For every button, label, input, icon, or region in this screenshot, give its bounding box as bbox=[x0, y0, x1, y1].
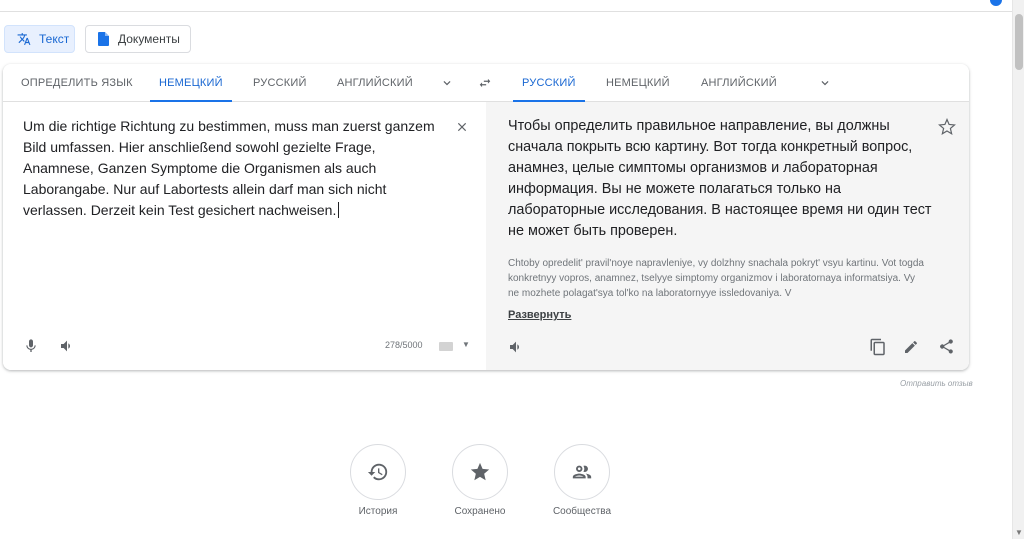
mode-tab-text[interactable]: Текст bbox=[4, 25, 75, 53]
source-lang-russian[interactable]: РУССКИЙ bbox=[253, 64, 307, 102]
translation-output: Чтобы определить правильное направление,… bbox=[508, 118, 932, 239]
translator-card: ОПРЕДЕЛИТЬ ЯЗЫК НЕМЕЦКИЙ РУССКИЙ АНГЛИЙС… bbox=[3, 64, 969, 370]
target-more-languages-icon[interactable] bbox=[818, 76, 832, 90]
saved-label: Сохранено bbox=[454, 506, 506, 517]
edit-pencil-icon[interactable] bbox=[903, 339, 919, 355]
target-lang-german[interactable]: НЕМЕЦКИЙ bbox=[606, 64, 670, 102]
target-lang-english[interactable]: АНГЛИЙСКИЙ bbox=[701, 64, 777, 102]
document-icon bbox=[98, 32, 110, 46]
source-textarea[interactable]: Um die richtige Richtung zu bestimmen, m… bbox=[23, 116, 443, 221]
star-icon bbox=[470, 462, 490, 481]
char-counter: 278/5000 bbox=[385, 340, 423, 350]
page-scrollbar[interactable]: ▼ bbox=[1012, 0, 1024, 539]
community-label: Сообщества bbox=[552, 506, 612, 517]
microphone-icon[interactable] bbox=[23, 338, 39, 354]
source-text-value: Um die richtige Richtung zu bestimmen, m… bbox=[23, 118, 435, 218]
account-avatar[interactable] bbox=[990, 0, 1002, 6]
scrollbar-thumb[interactable] bbox=[1015, 14, 1023, 70]
text-caret bbox=[338, 202, 340, 218]
mode-tab-documents-label: Документы bbox=[118, 32, 180, 46]
community-button[interactable] bbox=[554, 444, 610, 500]
copy-icon[interactable] bbox=[869, 338, 887, 356]
share-icon[interactable] bbox=[938, 338, 955, 355]
source-listen-icon[interactable] bbox=[59, 338, 75, 354]
target-listen-icon[interactable] bbox=[508, 339, 524, 355]
history-icon bbox=[367, 463, 388, 481]
mode-tab-documents[interactable]: Документы bbox=[85, 25, 191, 53]
history-button[interactable] bbox=[350, 444, 406, 500]
source-lang-english[interactable]: АНГЛИЙСКИЙ bbox=[337, 64, 413, 102]
source-lang-german[interactable]: НЕМЕЦКИЙ bbox=[150, 64, 232, 102]
keyboard-dropdown-icon[interactable]: ▼ bbox=[462, 340, 470, 349]
top-header-strip bbox=[0, 0, 1012, 12]
send-feedback-link[interactable]: Отправить отзыв bbox=[900, 379, 973, 388]
target-lang-russian[interactable]: РУССКИЙ bbox=[513, 64, 585, 102]
transliteration-text: Chtoby opredelit' pravil'noye napravleni… bbox=[508, 258, 924, 299]
source-lang-detect[interactable]: ОПРЕДЕЛИТЬ ЯЗЫК bbox=[21, 64, 133, 102]
expand-link[interactable]: Развернуть bbox=[508, 309, 571, 321]
mode-tab-text-label: Текст bbox=[39, 32, 70, 46]
language-bar: ОПРЕДЕЛИТЬ ЯЗЫК НЕМЕЦКИЙ РУССКИЙ АНГЛИЙС… bbox=[3, 64, 969, 102]
scroll-down-icon[interactable]: ▼ bbox=[1015, 528, 1023, 537]
saved-button[interactable] bbox=[452, 444, 508, 500]
clear-source-icon[interactable] bbox=[455, 120, 469, 134]
keyboard-icon[interactable] bbox=[439, 342, 453, 351]
save-translation-star-icon[interactable] bbox=[938, 118, 956, 136]
community-icon bbox=[572, 465, 592, 479]
swap-languages-icon[interactable] bbox=[477, 76, 493, 90]
history-label: История bbox=[358, 506, 398, 517]
target-pane: Чтобы определить правильное направление,… bbox=[486, 102, 969, 370]
source-pane: Um die richtige Richtung zu bestimmen, m… bbox=[3, 102, 486, 370]
source-more-languages-icon[interactable] bbox=[440, 76, 454, 90]
translate-icon bbox=[17, 32, 31, 46]
